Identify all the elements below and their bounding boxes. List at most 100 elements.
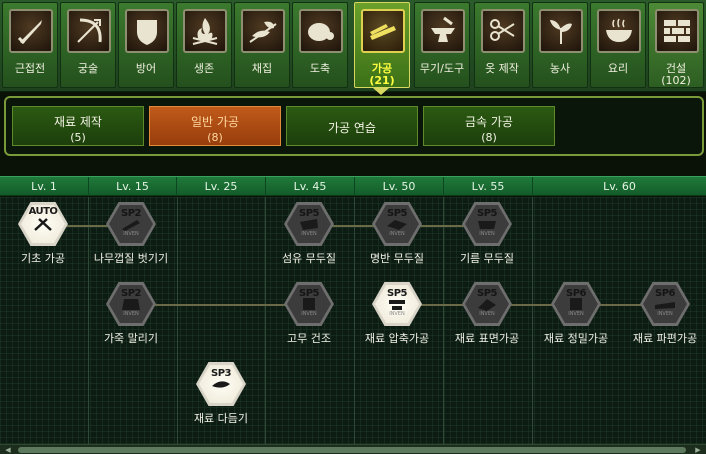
- hide-icon: [478, 221, 496, 229]
- scroll-left-icon[interactable]: ◀: [2, 446, 14, 454]
- press-icon: [389, 300, 405, 310]
- skill-name: 재료 표면가공: [454, 332, 520, 345]
- level-header: Lv. 1 Lv. 15 Lv. 25 Lv. 45 Lv. 50 Lv. 55…: [0, 176, 706, 196]
- skill-name: 재료 파편가공: [632, 332, 698, 345]
- inven-mark: INVEN: [301, 311, 317, 317]
- level-label: Lv. 25: [177, 177, 266, 196]
- scissors-icon: [481, 9, 525, 53]
- scroll-thumb[interactable]: [18, 447, 686, 453]
- skill-name: 고무 건조: [287, 332, 331, 345]
- bow-icon: [67, 9, 111, 53]
- skill-name: 기름 무두질: [459, 252, 515, 265]
- subtab-count: (5): [70, 131, 86, 144]
- inven-mark: INVEN: [657, 311, 673, 317]
- skill-node[interactable]: SP5 INVEN 재료 표면가공: [442, 282, 532, 346]
- surface-icon: [478, 299, 496, 311]
- skill-name: 기초 가공: [21, 252, 65, 265]
- plank-icon: [361, 9, 405, 53]
- category-bar: 근접전 궁술 방어 생존 채집 도축 가공 (21) 무기/도구 옷 제작 농사…: [0, 0, 706, 92]
- tab-tailoring[interactable]: 옷 제작: [474, 2, 530, 88]
- shield-icon: [125, 9, 169, 53]
- level-label: Lv. 55: [444, 177, 533, 196]
- level-label: Lv. 50: [355, 177, 444, 196]
- tab-gathering[interactable]: 채집: [234, 2, 290, 88]
- inven-mark: INVEN: [389, 231, 405, 237]
- campfire-icon: [183, 9, 227, 53]
- subtab-material-crafting[interactable]: 재료 제작 (5): [12, 106, 144, 146]
- tab-processing[interactable]: 가공 (21): [354, 2, 410, 88]
- tab-label: 방어: [135, 62, 157, 75]
- tab-label: 무기/도구: [419, 62, 465, 75]
- tab-label: 궁술: [77, 62, 99, 75]
- tab-defense[interactable]: 방어: [118, 2, 174, 88]
- plant-icon: [539, 9, 583, 53]
- rubber-icon: [303, 298, 315, 310]
- inven-mark: INVEN: [123, 311, 139, 317]
- horizontal-scrollbar[interactable]: ◀ ▶: [0, 444, 706, 454]
- tab-construction[interactable]: 건설 (102): [648, 2, 704, 88]
- skill-node[interactable]: SP6 INVEN 재료 파편가공: [620, 282, 706, 346]
- subtab-general-processing[interactable]: 일반 가공 (8): [149, 106, 281, 146]
- skill-node[interactable]: SP2 INVEN 나무껍질 벗기기: [86, 202, 176, 266]
- skill-node[interactable]: SP6 INVEN 재료 정밀가공: [531, 282, 621, 346]
- tab-butchering[interactable]: 도축: [292, 2, 348, 88]
- skill-node[interactable]: SP3 재료 다듬기: [176, 362, 266, 426]
- skill-name: 나무껍질 벗기기: [93, 252, 169, 265]
- subtab-label: 가공 연습: [328, 121, 376, 135]
- sub-tab-panel: 재료 제작 (5) 일반 가공 (8) 가공 연습 금속 가공 (8): [4, 96, 704, 156]
- skill-node[interactable]: SP2 INVEN 가죽 말리기: [86, 282, 176, 346]
- cooking-pot-icon: [597, 9, 641, 53]
- inven-mark: INVEN: [389, 311, 405, 317]
- tab-label: 요리: [607, 62, 629, 75]
- tab-label: 농사: [549, 62, 571, 75]
- subtab-label: 재료 제작: [54, 115, 102, 129]
- subtab-metal-processing[interactable]: 금속 가공 (8): [423, 106, 555, 146]
- level-label: Lv. 1: [0, 177, 89, 196]
- skill-node[interactable]: SP5 INVEN 재료 압축가공: [352, 282, 442, 346]
- tab-label: 도축: [309, 62, 331, 75]
- skill-node[interactable]: SP5 INVEN 명반 무두질: [352, 202, 442, 266]
- anvil-icon: [421, 9, 465, 53]
- leather-icon: [122, 299, 140, 310]
- gathering-icon: [241, 9, 285, 53]
- level-label: Lv. 60: [603, 180, 636, 193]
- skill-name: 재료 다듬기: [193, 412, 249, 425]
- tab-farming[interactable]: 농사: [532, 2, 588, 88]
- skill-node[interactable]: AUTO 기초 가공: [0, 202, 88, 266]
- tab-label: 근접전: [14, 62, 46, 75]
- tab-count: (21): [369, 74, 395, 87]
- skill-name: 섬유 무두질: [281, 252, 337, 265]
- fragment-icon: [655, 302, 675, 309]
- subtab-label: 일반 가공: [191, 115, 239, 129]
- subtab-count: (8): [481, 131, 497, 144]
- inven-mark: INVEN: [479, 311, 495, 317]
- tab-label: 채집: [251, 62, 273, 75]
- inven-mark: INVEN: [479, 231, 495, 237]
- bark-icon: [122, 220, 140, 231]
- inven-mark: INVEN: [123, 231, 139, 237]
- inven-mark: INVEN: [301, 231, 317, 237]
- skill-node[interactable]: SP5 INVEN 고무 건조: [264, 282, 354, 346]
- tool-icon: [34, 218, 52, 231]
- subtab-processing-practice[interactable]: 가공 연습: [286, 106, 418, 146]
- level-label: Lv. 15: [89, 177, 177, 196]
- meat-icon: [299, 9, 343, 53]
- skill-name: 명반 무두질: [369, 252, 425, 265]
- tab-survival[interactable]: 생존: [176, 2, 232, 88]
- tab-label: 생존: [193, 62, 215, 75]
- tab-count: (102): [661, 74, 691, 87]
- skill-name: 재료 압축가공: [364, 332, 430, 345]
- skill-node[interactable]: SP5 INVEN 기름 무두질: [442, 202, 532, 266]
- subtab-count: (8): [207, 131, 223, 144]
- tab-label: 옷 제작: [485, 62, 519, 75]
- hide-icon: [300, 219, 318, 230]
- scroll-right-icon[interactable]: ▶: [692, 446, 704, 454]
- tab-melee[interactable]: 근접전: [2, 2, 58, 88]
- tab-archery[interactable]: 궁술: [60, 2, 116, 88]
- trimming-icon: [212, 381, 230, 388]
- tab-weapons-tools[interactable]: 무기/도구: [414, 2, 470, 88]
- sword-icon: [9, 9, 53, 53]
- precision-icon: [570, 298, 582, 310]
- skill-node[interactable]: SP5 INVEN 섬유 무두질: [264, 202, 354, 266]
- tab-cooking[interactable]: 요리: [590, 2, 646, 88]
